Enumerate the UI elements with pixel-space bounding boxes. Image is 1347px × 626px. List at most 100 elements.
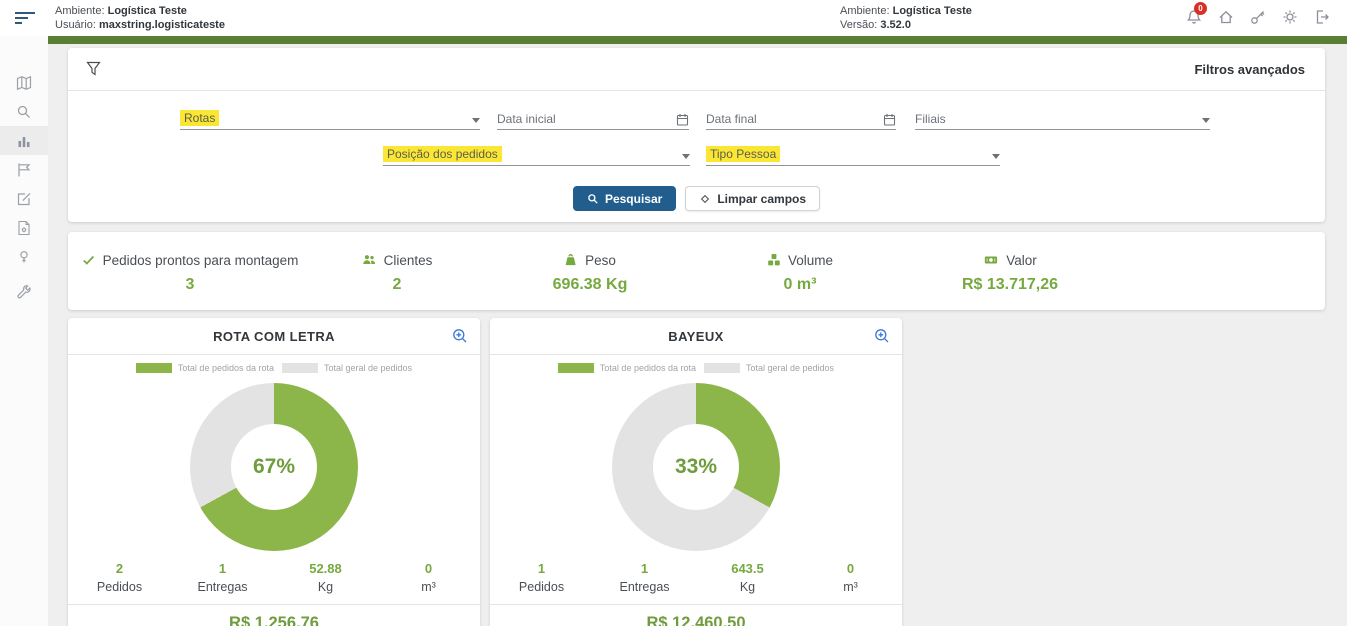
usuario-value: maxstring.logisticateste <box>99 19 225 31</box>
kpi-label: Clientes <box>384 253 433 268</box>
kpi-value: R$ 13.717,26 <box>962 276 1058 294</box>
pesquisar-label: Pesquisar <box>605 192 662 206</box>
stat-pedidos: 2Pedidos <box>68 561 171 594</box>
data-final-label: Data final <box>706 112 757 126</box>
stat-pedidos: 1Pedidos <box>490 561 593 594</box>
money-icon <box>983 253 999 267</box>
limpar-campos-button[interactable]: Limpar campos <box>685 186 820 211</box>
rotas-select[interactable]: Rotas <box>180 106 480 130</box>
donut-center-label: 33% <box>612 383 780 551</box>
filiais-select[interactable]: Filiais <box>915 106 1210 130</box>
legend-label: Total de pedidos da rota <box>178 363 274 373</box>
rotas-label: Rotas <box>180 110 219 126</box>
ambiente-label: Ambiente: <box>55 5 105 17</box>
zoom-in-icon[interactable] <box>452 328 468 344</box>
versao-value: 3.52.0 <box>880 19 911 31</box>
ambiente-value-2: Logística Teste <box>893 5 972 17</box>
filter-funnel-icon[interactable] <box>86 61 101 77</box>
pesquisar-button[interactable]: Pesquisar <box>573 186 676 211</box>
donut-center-label: 67% <box>190 383 358 551</box>
versao-label: Versão: <box>840 19 877 31</box>
environment-version-info: Ambiente: Logística Teste Versão: 3.52.0 <box>840 4 972 32</box>
limpar-campos-label: Limpar campos <box>717 192 806 206</box>
sidebar-item-tools[interactable] <box>0 278 48 307</box>
data-inicial-label: Data inicial <box>497 112 556 126</box>
notifications-bell-icon[interactable]: 0 <box>1183 7 1205 27</box>
kpi-volume: Volume 0 m³ <box>767 251 833 294</box>
check-icon <box>82 253 96 267</box>
key-icon[interactable] <box>1247 7 1269 27</box>
donut-chart: 33% <box>612 383 780 551</box>
clear-diamond-icon <box>699 193 711 205</box>
search-icon <box>587 193 599 205</box>
sidebar-item-edit[interactable] <box>0 184 48 213</box>
sidebar-item-pin[interactable] <box>0 242 48 271</box>
kpi-pedidos-prontos: Pedidos prontos para montagem 3 <box>82 251 299 294</box>
tipo-pessoa-select[interactable]: Tipo Pessoa <box>706 142 1000 166</box>
chevron-down-icon <box>992 154 1000 159</box>
sidebar-nav <box>0 36 48 626</box>
kpi-value: 3 <box>82 276 299 294</box>
volume-icon <box>767 253 781 267</box>
stat-entregas: 1Entregas <box>171 561 274 594</box>
gear-icon[interactable] <box>1279 7 1301 27</box>
posicao-pedidos-label: Posição dos pedidos <box>383 146 502 162</box>
stat-m3: 0m³ <box>377 561 480 594</box>
legend-label: Total geral de pedidos <box>746 363 834 373</box>
legend-label: Total de pedidos da rota <box>600 363 696 373</box>
advanced-filters-panel: Filtros avançados Rotas Data inicial Dat… <box>68 48 1325 222</box>
kpi-label: Pedidos prontos para montagem <box>103 253 299 268</box>
calendar-icon[interactable] <box>676 113 689 126</box>
header-actions: 0 <box>1183 7 1333 27</box>
chart-legend: Total de pedidos da rota Total geral de … <box>68 363 480 373</box>
sidebar-item-document-settings[interactable] <box>0 213 48 242</box>
sidebar-item-map[interactable] <box>0 68 48 97</box>
ambiente-label-2: Ambiente: <box>840 5 890 17</box>
summary-kpi-panel: Pedidos prontos para montagem 3 Clientes… <box>68 232 1325 310</box>
stat-kg: 52.88Kg <box>274 561 377 594</box>
route-card-bayeux: BAYEUX Total de pedidos da rota Total ge… <box>490 318 902 626</box>
donut-chart: 67% <box>190 383 358 551</box>
route-stats-row: 1Pedidos 1Entregas 643.5Kg 0m³ <box>490 561 902 594</box>
stat-kg: 643.5Kg <box>696 561 799 594</box>
route-stats-row: 2Pedidos 1Entregas 52.88Kg 0m³ <box>68 561 480 594</box>
notification-badge: 0 <box>1194 2 1207 15</box>
route-card-rota-com-letra: ROTA COM LETRA Total de pedidos da rota … <box>68 318 480 626</box>
zoom-in-icon[interactable] <box>874 328 890 344</box>
sidebar-item-search[interactable] <box>0 97 48 126</box>
posicao-pedidos-select[interactable]: Posição dos pedidos <box>383 142 690 166</box>
data-inicial-input[interactable]: Data inicial <box>497 106 689 130</box>
filter-buttons-row: Pesquisar Limpar campos <box>68 186 1325 211</box>
accent-bar <box>48 36 1347 44</box>
route-card-title: BAYEUX <box>668 329 723 344</box>
logout-icon[interactable] <box>1311 7 1333 27</box>
legend-swatch-gray <box>704 363 740 373</box>
kpi-valor: Valor R$ 13.717,26 <box>962 251 1058 294</box>
sidebar-item-flag[interactable] <box>0 155 48 184</box>
stat-entregas: 1Entregas <box>593 561 696 594</box>
kpi-label: Peso <box>585 253 616 268</box>
legend-label: Total geral de pedidos <box>324 363 412 373</box>
sidebar-item-dashboard[interactable] <box>0 126 48 155</box>
chevron-down-icon <box>1202 118 1210 123</box>
home-icon[interactable] <box>1215 7 1237 27</box>
usuario-label: Usuário: <box>55 19 96 31</box>
data-final-input[interactable]: Data final <box>706 106 896 130</box>
calendar-icon[interactable] <box>883 113 896 126</box>
menu-hamburger-icon[interactable] <box>14 9 36 27</box>
environment-user-info: Ambiente: Logística Teste Usuário: maxst… <box>55 4 225 32</box>
clients-icon <box>362 253 377 267</box>
route-total-value: R$ 12.460,50 <box>490 605 902 626</box>
chevron-down-icon <box>472 118 480 123</box>
kpi-peso: Peso 696.38 Kg <box>553 251 628 294</box>
stat-m3: 0m³ <box>799 561 902 594</box>
kpi-label: Valor <box>1006 253 1037 268</box>
kpi-value: 696.38 Kg <box>553 276 628 294</box>
kpi-value: 2 <box>362 276 433 294</box>
chevron-down-icon <box>682 154 690 159</box>
kpi-clientes: Clientes 2 <box>362 251 433 294</box>
filiais-label: Filiais <box>915 112 946 126</box>
ambiente-value: Logística Teste <box>108 5 187 17</box>
filters-panel-title: Filtros avançados <box>1194 62 1305 77</box>
kpi-value: 0 m³ <box>767 276 833 294</box>
